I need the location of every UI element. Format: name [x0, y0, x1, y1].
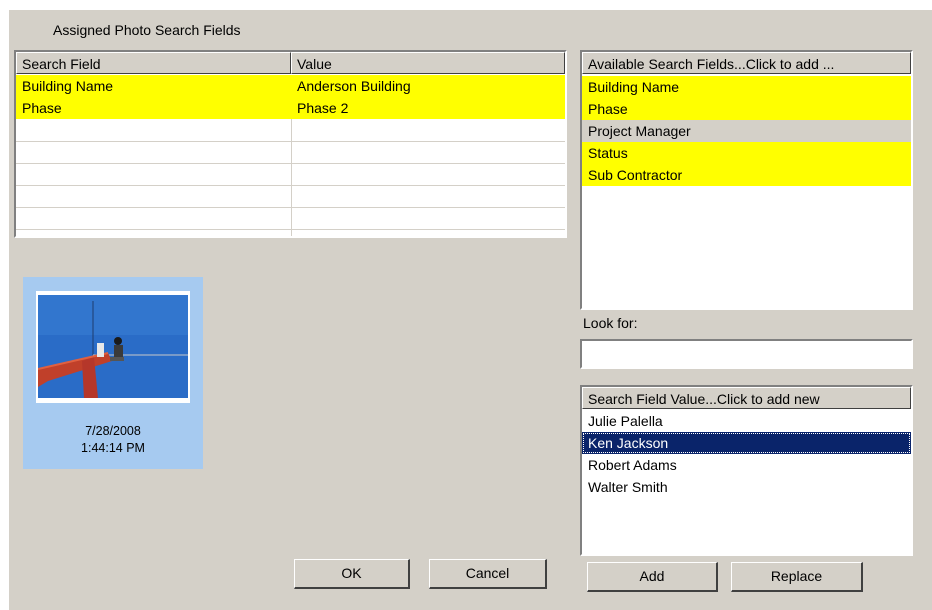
available-fields-header[interactable]: Available Search Fields...Click to add .…: [582, 52, 911, 74]
ok-button[interactable]: OK: [294, 559, 410, 589]
look-for-label: Look for:: [583, 315, 638, 331]
photo-time: 1:44:14 PM: [81, 441, 145, 455]
table-row[interactable]: Phase Phase 2: [16, 97, 565, 119]
field-values-header[interactable]: Search Field Value...Click to add new: [582, 387, 911, 409]
assigned-fields-label: Assigned Photo Search Fields: [53, 22, 241, 38]
table-row[interactable]: Building Name Anderson Building: [16, 75, 565, 97]
table-cell-field: Phase: [22, 100, 62, 116]
available-field-item[interactable]: Project Manager: [582, 120, 911, 142]
field-value-item-selected[interactable]: Ken Jackson: [582, 432, 911, 454]
grid-line: [291, 119, 292, 236]
column-header-search-field[interactable]: Search Field: [16, 52, 291, 74]
field-value-item[interactable]: Walter Smith: [582, 476, 911, 498]
table-cell-value: Anderson Building: [297, 78, 411, 94]
field-values-list[interactable]: Search Field Value...Click to add new Ju…: [580, 385, 913, 556]
column-header-value[interactable]: Value: [291, 52, 565, 74]
field-value-item[interactable]: Robert Adams: [582, 454, 911, 476]
replace-button[interactable]: Replace: [731, 562, 863, 592]
table-cell-field: Building Name: [22, 78, 114, 94]
photo-image[interactable]: [38, 295, 188, 398]
assigned-fields-table[interactable]: Search Field Value Building Name Anderso…: [14, 50, 567, 238]
photo-thumbnail-card[interactable]: 7/28/2008 1:44:14 PM: [23, 277, 203, 469]
look-for-input[interactable]: [580, 339, 913, 369]
field-value-item[interactable]: Julie Palella: [582, 410, 911, 432]
table-cell-value: Phase 2: [297, 100, 349, 116]
photo-search-fields-dialog: Assigned Photo Search Fields Search Fiel…: [9, 10, 932, 610]
add-button[interactable]: Add: [587, 562, 718, 592]
photo-frame: [36, 291, 190, 403]
available-fields-list[interactable]: Available Search Fields...Click to add .…: [580, 50, 913, 310]
available-field-item[interactable]: Building Name: [582, 76, 911, 98]
available-field-item[interactable]: Status: [582, 142, 911, 164]
photo-date: 7/28/2008: [85, 424, 141, 438]
available-field-item[interactable]: Sub Contractor: [582, 164, 911, 186]
cancel-button[interactable]: Cancel: [429, 559, 547, 589]
available-field-item[interactable]: Phase: [582, 98, 911, 120]
